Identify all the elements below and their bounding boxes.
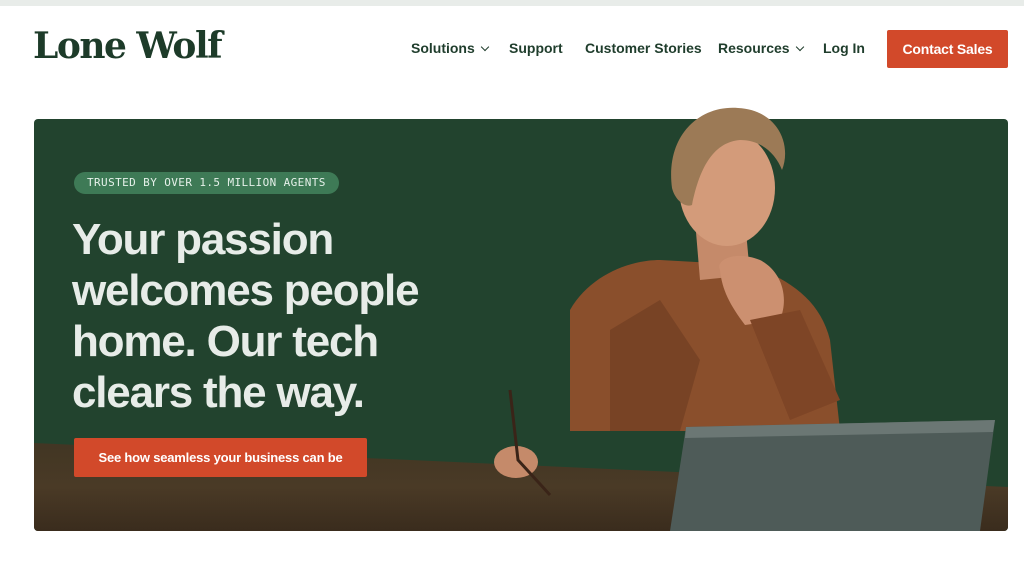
hero-headline: Your passion welcomes people home. Our t… [72,214,512,418]
see-how-seamless-button[interactable]: See how seamless your business can be [74,438,367,477]
nav-log-in-label: Log In [823,40,865,56]
nav-log-in[interactable]: Log In [823,40,865,56]
top-strip [0,0,1024,6]
trust-badge: TRUSTED BY OVER 1.5 MILLION AGENTS [74,172,339,194]
headline-line: Your passion [72,215,334,264]
nav-customer-stories[interactable]: Customer Stories [585,40,702,56]
nav-customer-stories-label: Customer Stories [585,40,702,56]
nav-solutions-label: Solutions [411,40,475,56]
headline-line: clears the way. [72,368,365,417]
nav-support-label: Support [509,40,563,56]
chevron-down-icon [795,42,804,52]
main-nav: Solutions Support Customer Stories Resou… [0,30,1024,68]
headline-line: home. Our tech [72,317,379,366]
glasses-shape [508,389,552,497]
headline-line: welcomes people [72,266,420,315]
hero-photo-woman-at-laptop [494,107,995,531]
nav-resources[interactable]: Resources [718,40,804,56]
nav-support[interactable]: Support [509,40,563,56]
chevron-down-icon [480,42,490,52]
contact-sales-button[interactable]: Contact Sales [887,30,1008,68]
nav-resources-label: Resources [718,40,790,56]
nav-solutions[interactable]: Solutions [411,40,490,56]
